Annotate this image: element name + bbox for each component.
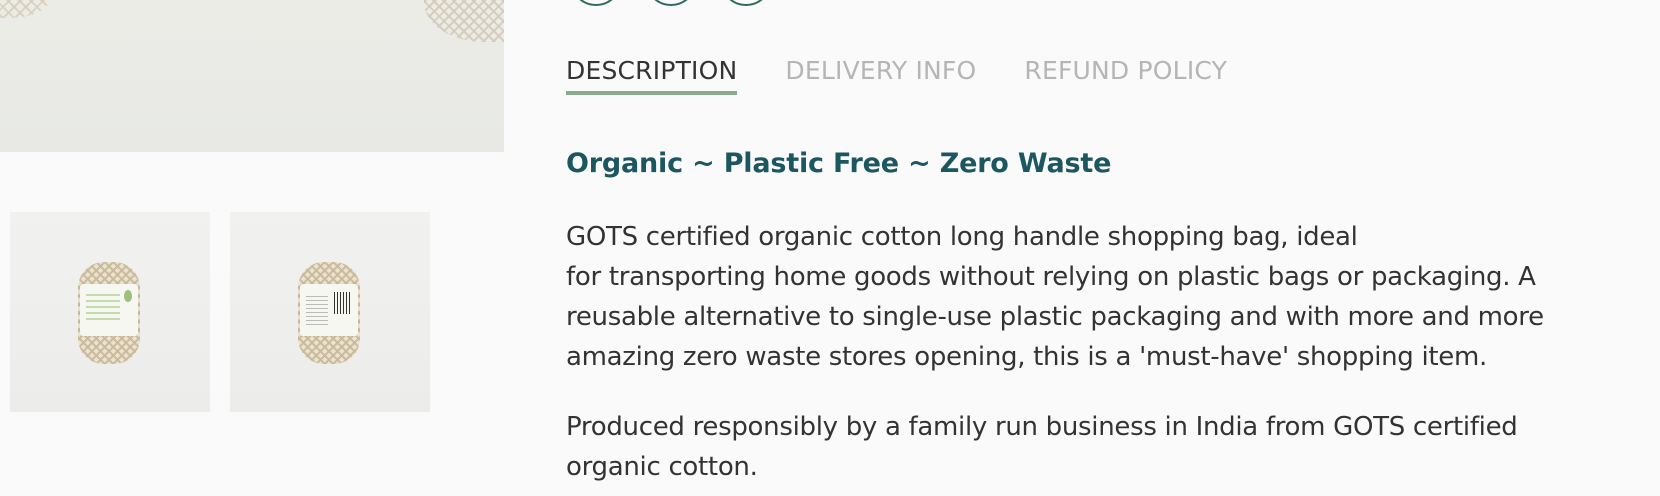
description-line: amazing zero waste stores opening, this …: [566, 342, 1487, 372]
description-line: organic cotton.: [566, 452, 758, 482]
description-body: GOTS certified organic cotton long handl…: [566, 217, 1646, 496]
product-page: DESCRIPTION DELIVERY INFO REFUND POLICY …: [0, 0, 1660, 496]
tab-refund-policy[interactable]: REFUND POLICY: [1024, 56, 1227, 95]
share-circle-icon[interactable]: [645, 0, 697, 6]
description-line: Produced responsibly by a family run bus…: [566, 412, 1518, 442]
product-thumbnail-front[interactable]: [10, 212, 210, 412]
description-line: reusable alternative to single-use plast…: [566, 302, 1544, 332]
description-paragraph: Produced responsibly by a family run bus…: [566, 407, 1646, 487]
barcode-icon: [334, 292, 352, 314]
main-product-image[interactable]: [0, 0, 504, 152]
tab-description[interactable]: DESCRIPTION: [566, 56, 738, 95]
mesh-bag-detail: [0, 0, 50, 18]
tab-delivery-info[interactable]: DELIVERY INFO: [785, 56, 976, 95]
description-paragraph: GOTS certified organic cotton long handl…: [566, 217, 1646, 377]
description-line: GOTS certified organic cotton long handl…: [566, 222, 1358, 252]
product-info-tabs: DESCRIPTION DELIVERY INFO REFUND POLICY: [566, 56, 1227, 95]
mesh-bag-detail: [424, 0, 504, 42]
leaf-icon: [124, 290, 132, 302]
share-circle-icon[interactable]: [720, 0, 772, 6]
description-heading: Organic ~ Plastic Free ~ Zero Waste: [566, 148, 1112, 179]
share-circle-icon[interactable]: [570, 0, 622, 6]
product-thumbnail-back[interactable]: [230, 212, 430, 412]
description-line: for transporting home goods without rely…: [566, 262, 1536, 292]
bag-label: [300, 284, 358, 336]
bag-label: [80, 284, 138, 336]
label-fine-print: [306, 296, 328, 326]
label-text-lines: [86, 294, 120, 324]
